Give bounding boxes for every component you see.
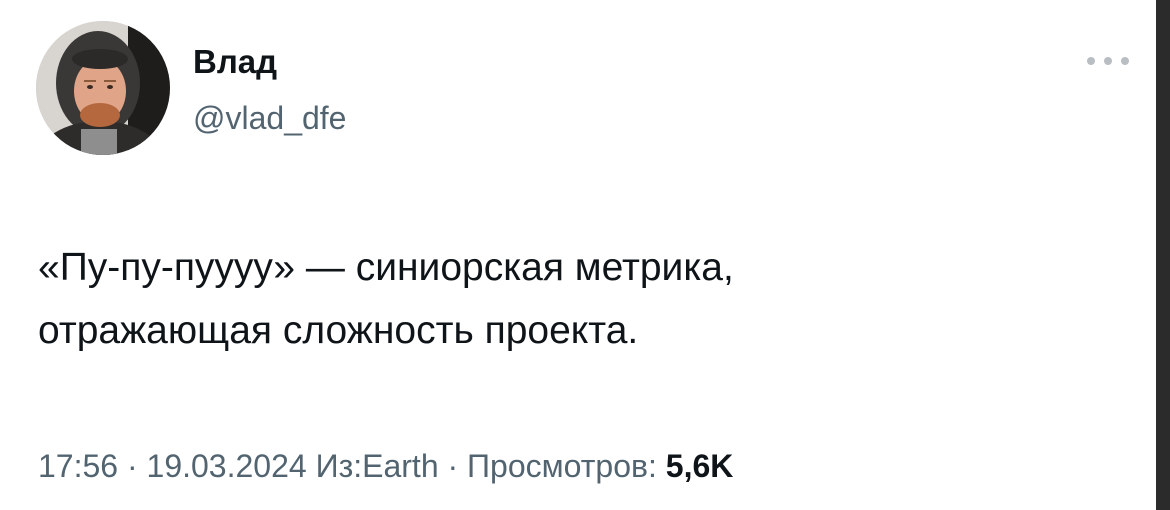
window-edge [1156, 0, 1170, 510]
tweet-text-line-1: «Пу-пу-пуууу» — синиорская метрика, [38, 246, 734, 289]
meta-separator: · [118, 448, 147, 484]
source-prefix: Из: [306, 448, 363, 484]
more-horizontal-icon [1087, 57, 1129, 65]
avatar[interactable] [36, 21, 170, 155]
tweet-text: «Пу-пу-пуууу» — синиорская метрика, отра… [38, 236, 1098, 362]
author-display-name[interactable]: Влад [193, 40, 277, 84]
views-count: 5,6K [665, 448, 734, 484]
meta-separator: · [438, 448, 468, 484]
avatar-photo [36, 21, 170, 155]
tweet-meta: 17:56 · 19.03.2024 Из:Earth · Просмотров… [38, 441, 733, 491]
more-options-button[interactable] [1085, 48, 1131, 74]
tweet-date[interactable]: 19.03.2024 [147, 448, 307, 484]
views-label: Просмотров: [467, 448, 666, 484]
tweet-source[interactable]: Earth [362, 448, 438, 484]
tweet-card: Влад @vlad_dfe «Пу-пу-пуууу» — синиорска… [0, 0, 1170, 510]
author-handle[interactable]: @vlad_dfe [193, 96, 346, 140]
tweet-text-line-2: отражающая сложность проекта. [38, 309, 639, 352]
tweet-time[interactable]: 17:56 [38, 448, 118, 484]
